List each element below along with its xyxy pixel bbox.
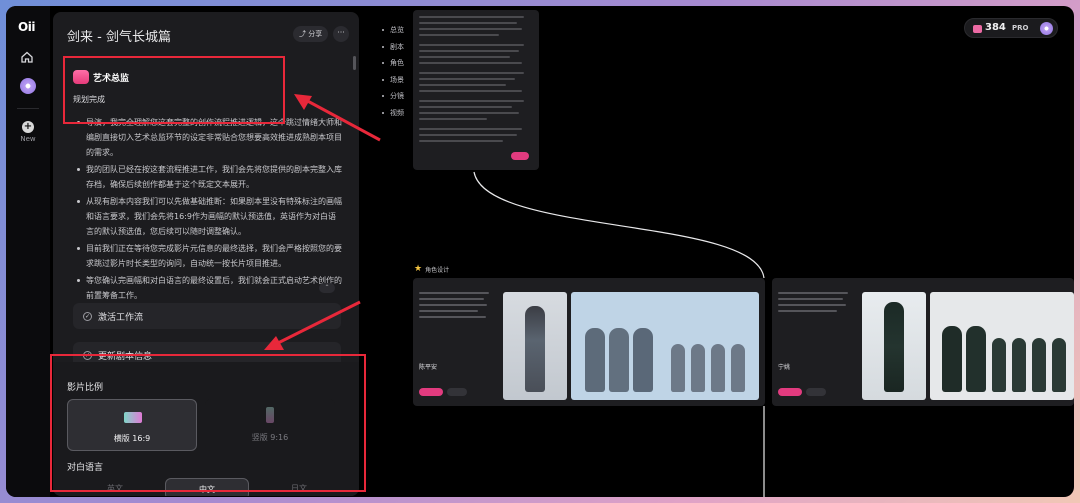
annotation-arrow-icon	[294, 94, 381, 142]
character-name: 陈平安	[419, 364, 438, 371]
share-icon: ⤴	[299, 30, 309, 38]
share-label: 分享	[308, 30, 323, 38]
nav-item-characters[interactable]: 角色	[382, 55, 404, 72]
annotation-arrow-icon	[264, 300, 361, 350]
character-description	[778, 292, 852, 316]
character-secondary-button[interactable]	[806, 388, 826, 396]
more-options-button[interactable]: ···	[333, 26, 349, 42]
share-button[interactable]: ⤴ 分享	[293, 26, 329, 42]
new-project-label[interactable]: New	[6, 135, 50, 143]
nav-item-overview[interactable]: 总览	[382, 22, 404, 39]
workflow-canvas[interactable]: 总览 剧本 角色 场景 分镜 视频 384 PRO ★ 角色设计 陈平安 宁姚	[366, 6, 1074, 497]
credits-icon	[973, 25, 982, 33]
character-name: 宁姚	[778, 364, 791, 371]
project-avatar[interactable]	[20, 78, 36, 94]
script-node[interactable]	[413, 10, 539, 170]
character-node-1[interactable]: 陈平安	[413, 278, 765, 406]
star-icon: ★	[414, 264, 423, 274]
check-icon: ✓	[83, 311, 92, 321]
scrollbar-thumb[interactable]	[353, 56, 356, 70]
character-node-2[interactable]: 宁姚	[772, 278, 1074, 406]
character-description	[419, 292, 493, 322]
nav-item-script[interactable]: 剧本	[382, 39, 404, 56]
character-group-label: ★ 角色设计	[414, 264, 449, 274]
group-title: 角色设计	[425, 266, 450, 274]
character-reference-sheet	[571, 292, 759, 400]
character-reference-sheet	[930, 292, 1074, 400]
home-icon[interactable]	[20, 50, 34, 64]
new-project-icon[interactable]: +	[22, 121, 34, 133]
annotation-box-settings	[50, 354, 366, 492]
character-action-button[interactable]	[419, 388, 443, 396]
list-item: 我的团队已经在按这套流程推进工作，我们会先将您提供的剧本完整入库存档，确保后续创…	[77, 162, 343, 192]
collapse-chevron-icon[interactable]: ⌃	[319, 283, 335, 293]
annotation-box-agent	[63, 56, 285, 124]
list-item: 从现有剧本内容我们可以先做基础推断：如果剧本里没有特殊标注的画幅和语言要求，我们…	[77, 194, 343, 239]
character-portrait	[503, 292, 567, 400]
task-label: 激活工作流	[98, 312, 144, 323]
credits-count: 384	[985, 22, 1006, 33]
app-logo[interactable]: Oii	[18, 20, 35, 34]
left-rail: Oii + New	[6, 6, 50, 497]
character-action-button[interactable]	[778, 388, 802, 396]
account-bar[interactable]: 384 PRO	[964, 18, 1058, 38]
character-secondary-button[interactable]	[447, 388, 467, 396]
plan-badge: PRO	[1012, 24, 1029, 32]
rail-divider	[17, 108, 39, 109]
app-window: Oii + New 剑来 - 剑气长城篇 ⤴ 分享 ··· 艺术总监 规划完成 …	[6, 6, 1074, 497]
project-title: 剑来 - 剑气长城篇	[67, 30, 171, 45]
script-node-button[interactable]	[511, 152, 529, 160]
user-avatar[interactable]	[1040, 22, 1053, 35]
list-item: 目前我们正在等待您完成影片元信息的最终选择，我们会严格按照您的要求跳过影片时长类…	[77, 241, 343, 271]
character-portrait	[862, 292, 926, 400]
